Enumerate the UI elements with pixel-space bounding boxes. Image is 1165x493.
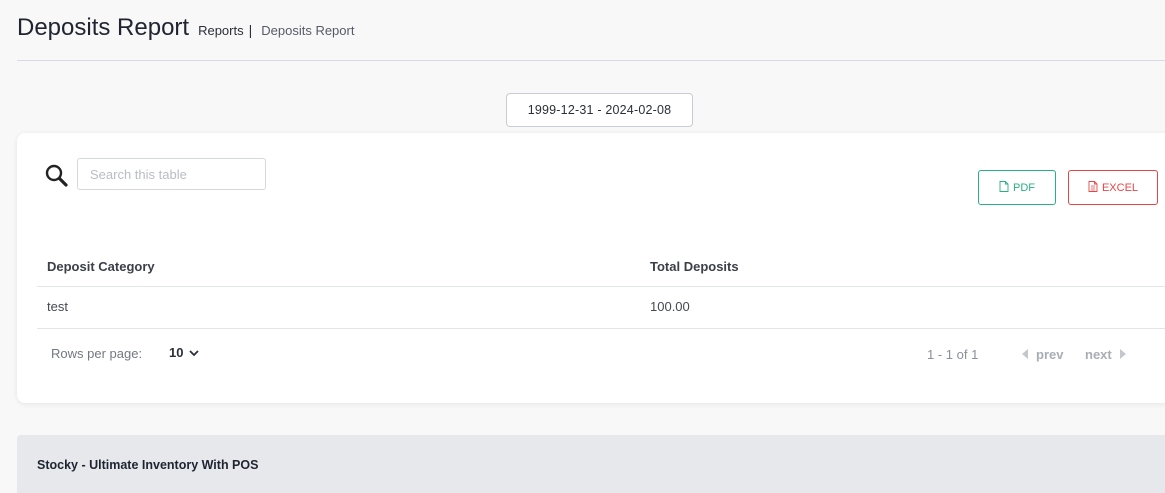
page-title: Deposits Report	[17, 14, 190, 41]
pdf-button[interactable]: PDF	[978, 170, 1056, 205]
app-footer: Stocky - Ultimate Inventory With POS	[17, 435, 1165, 493]
breadcrumb-current: Deposits Report	[261, 23, 355, 38]
pdf-button-label: PDF	[1013, 181, 1035, 194]
excel-button[interactable]: EXCEL	[1068, 170, 1158, 205]
pagination-range: 1 - 1 of 1	[927, 347, 979, 362]
excel-file-icon	[1088, 180, 1098, 195]
pdf-file-icon	[999, 180, 1009, 195]
prev-label: prev	[1036, 347, 1064, 362]
caret-left-icon	[1022, 347, 1028, 362]
app-footer-title: Stocky - Ultimate Inventory With POS	[37, 458, 259, 472]
excel-button-label: EXCEL	[1101, 181, 1139, 194]
breadcrumb-reports[interactable]: Reports	[198, 23, 244, 38]
column-header-total-deposits[interactable]: Total Deposits	[650, 259, 739, 274]
cell-deposit-category: test	[47, 299, 68, 314]
table-row[interactable]: test 100.00	[37, 288, 1165, 329]
date-range-picker[interactable]: 1999-12-31 - 2024-02-08	[506, 93, 693, 127]
next-label: next	[1085, 347, 1112, 362]
rows-per-page-label: Rows per page:	[51, 346, 143, 361]
rows-per-page-value: 10	[169, 345, 184, 360]
prev-page-button[interactable]: prev	[1022, 347, 1063, 362]
search-icon	[44, 163, 70, 189]
report-card: PDF EXCEL Deposit Category Total Deposit…	[17, 133, 1165, 403]
table-header-row: Deposit Category Total Deposits	[37, 243, 1165, 287]
caret-right-icon	[1119, 347, 1126, 362]
search-input[interactable]	[77, 158, 266, 190]
breadcrumb-separator: |	[248, 22, 253, 38]
page-header: Deposits Report Reports | Deposits Repor…	[17, 14, 354, 42]
column-header-deposit-category[interactable]: Deposit Category	[47, 259, 155, 274]
chevron-down-icon	[189, 345, 200, 360]
next-page-button[interactable]: next	[1085, 347, 1126, 362]
table-footer: Rows per page: 10 1 - 1 of 1 prev next	[37, 329, 1165, 379]
header-divider	[17, 60, 1165, 61]
rows-per-page-select[interactable]: 10	[169, 345, 200, 360]
cell-total-deposits: 100.00	[650, 299, 690, 314]
